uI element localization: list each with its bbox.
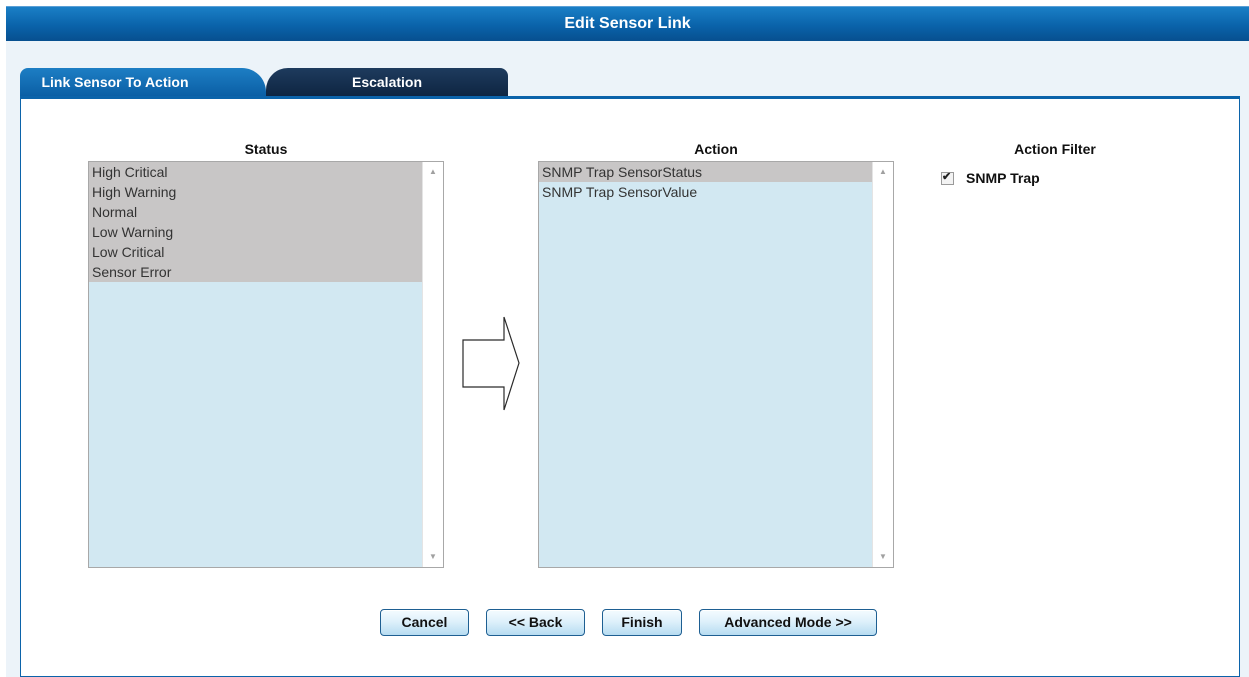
status-item-normal[interactable]: Normal [89, 202, 423, 222]
snmp-trap-checkbox[interactable]: ✔ [941, 170, 954, 185]
action-listbox[interactable]: SNMP Trap SensorStatus SNMP Trap SensorV… [538, 161, 894, 568]
edit-sensor-link-page: Edit Sensor Link Link Sensor To Action E… [0, 0, 1249, 677]
scroll-up-icon[interactable]: ▲ [873, 164, 893, 180]
action-item-snmp-trap-sensorstatus[interactable]: SNMP Trap SensorStatus [539, 162, 873, 182]
checkmark-icon: ✔ [942, 170, 952, 183]
tab-escalation[interactable]: Escalation [266, 68, 508, 96]
right-arrow-icon [462, 316, 520, 411]
title-bar: Edit Sensor Link [6, 6, 1249, 41]
snmp-trap-filter[interactable]: ✔ SNMP Trap [941, 170, 1040, 186]
finish-button[interactable]: Finish [602, 609, 682, 636]
status-item-sensor-error[interactable]: Sensor Error [89, 262, 423, 282]
status-item-low-warning[interactable]: Low Warning [89, 222, 423, 242]
window-title: Edit Sensor Link [564, 15, 691, 32]
back-button[interactable]: << Back [486, 609, 585, 636]
action-heading: Action [694, 141, 738, 157]
scroll-down-icon[interactable]: ▼ [873, 549, 893, 565]
action-item-snmp-trap-sensorvalue[interactable]: SNMP Trap SensorValue [539, 182, 873, 202]
status-heading: Status [244, 141, 288, 157]
cancel-button[interactable]: Cancel [380, 609, 469, 636]
snmp-trap-label: SNMP Trap [966, 170, 1040, 186]
status-listbox[interactable]: High Critical High Warning Normal Low Wa… [88, 161, 444, 568]
status-item-high-critical[interactable]: High Critical [89, 162, 423, 182]
status-item-high-warning[interactable]: High Warning [89, 182, 423, 202]
scroll-up-icon[interactable]: ▲ [423, 164, 443, 180]
tab-label: Link Sensor To Action [41, 74, 189, 90]
action-scrollbar[interactable]: ▲ ▼ [872, 162, 893, 567]
tab-link-sensor-to-action[interactable]: Link Sensor To Action [20, 68, 266, 96]
advanced-mode-button[interactable]: Advanced Mode >> [699, 609, 877, 636]
status-scrollbar[interactable]: ▲ ▼ [422, 162, 443, 567]
scroll-down-icon[interactable]: ▼ [423, 549, 443, 565]
status-items: High Critical High Warning Normal Low Wa… [89, 162, 423, 282]
action-items: SNMP Trap SensorStatus SNMP Trap SensorV… [539, 162, 873, 202]
status-item-low-critical[interactable]: Low Critical [89, 242, 423, 262]
action-filter-heading: Action Filter [1014, 141, 1096, 157]
tab-label: Escalation [351, 74, 423, 90]
